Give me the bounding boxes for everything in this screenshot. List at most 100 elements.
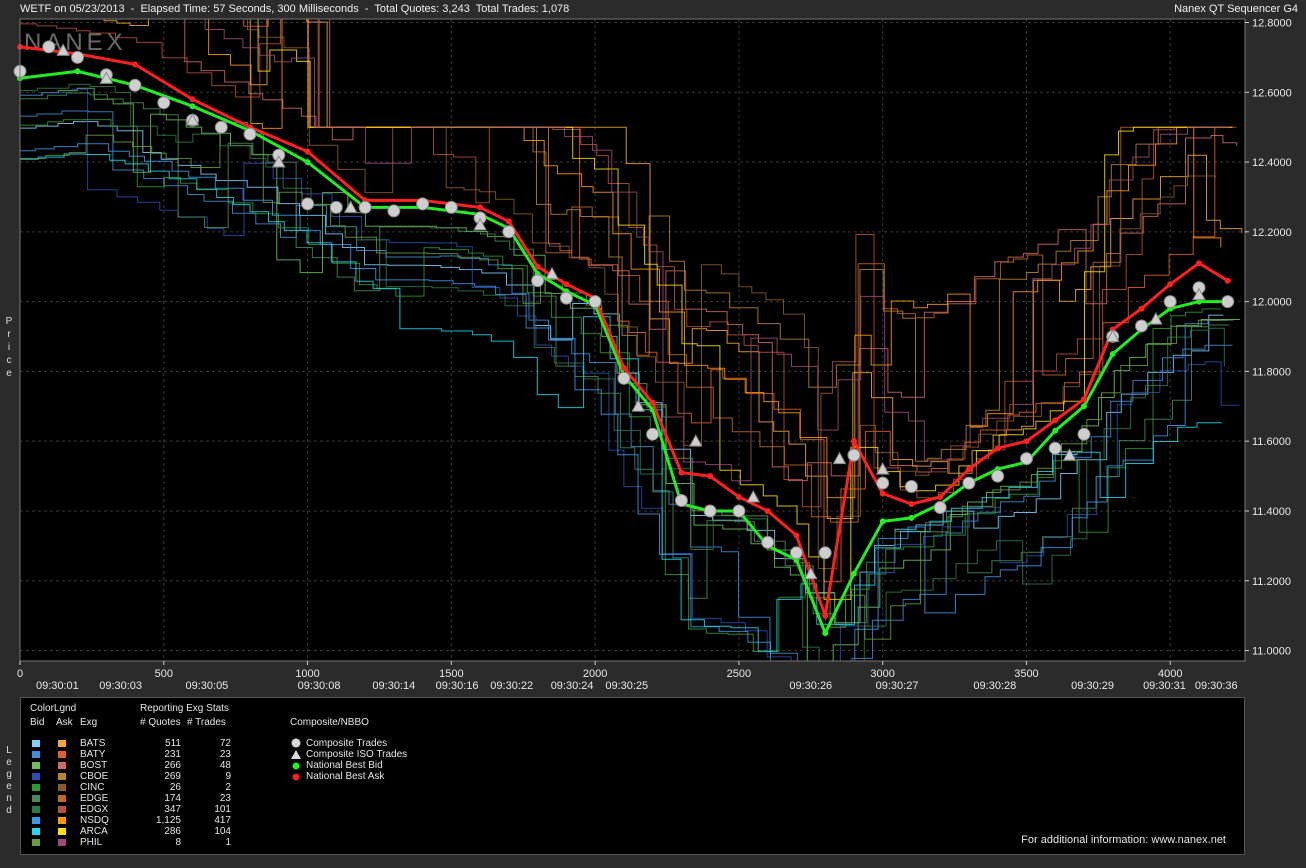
time-label: 09:30:05 [185, 680, 228, 692]
bid-swatch [32, 762, 40, 769]
bid-swatch [32, 817, 40, 824]
legend-ask-header: Ask [56, 717, 73, 728]
composite-trade-point [42, 40, 56, 54]
trade-count: 1 [225, 837, 231, 848]
composite-trade-point [588, 295, 602, 309]
time-label: 09:30:27 [876, 680, 919, 692]
quote-count: 1,125 [155, 815, 181, 826]
quote-count: 347 [164, 804, 181, 815]
legend-reporting-header: Reporting Exg Stats [140, 703, 229, 714]
price-chart[interactable]: NANEX11.000011.200011.400011.600011.8000… [0, 0, 1306, 700]
trade-count: 48 [219, 760, 231, 771]
composite-trade-point [1048, 441, 1062, 455]
composite-trade-point [157, 96, 171, 110]
composite-trade-point [818, 546, 832, 560]
composite-trade-point [703, 504, 717, 518]
composite-trade-point [214, 120, 228, 134]
exchange-name: BOST [80, 760, 108, 771]
y-tick-label: 12.2000 [1252, 227, 1292, 239]
x-tick-label: 3500 [1014, 668, 1038, 680]
bid-swatch [32, 795, 40, 802]
composite-trade-point [991, 469, 1005, 483]
composite-trade-point [847, 448, 861, 462]
quote-count: 174 [164, 793, 181, 804]
time-label: 09:30:25 [605, 680, 648, 692]
x-tick-label: 0 [17, 668, 23, 680]
dot-icon [292, 773, 300, 781]
composite-trade-point [128, 78, 142, 92]
exchange-name: BATY [80, 749, 106, 760]
composite-trade-point [1020, 452, 1033, 466]
composite-trade-point [387, 204, 401, 218]
trade-count: 72 [219, 738, 231, 749]
composite-trade-point [1077, 427, 1091, 441]
y-tick-label: 11.4000 [1252, 506, 1291, 518]
y-tick-label: 12.8000 [1252, 17, 1292, 29]
quote-count: 286 [164, 826, 181, 837]
composite-trade-point [904, 480, 918, 493]
time-label: 09:30:22 [490, 680, 533, 692]
composite-trade-point [789, 546, 803, 560]
time-label: 09:30:29 [1071, 680, 1114, 692]
ask-swatch [58, 828, 66, 835]
composite-trade-point [444, 200, 458, 214]
exchange-name: BATS [80, 738, 106, 749]
x-tick-label: 1500 [439, 668, 463, 680]
trade-count: 417 [214, 815, 231, 826]
x-tick-label: 2500 [727, 668, 751, 680]
bid-swatch [32, 839, 40, 846]
legend-composite-header: Composite/NBBO [290, 717, 369, 728]
composite-trade-point [1221, 295, 1235, 309]
composite-trade-point [876, 476, 890, 490]
trade-count: 101 [214, 804, 231, 815]
ask-swatch [58, 839, 66, 846]
bid-swatch [32, 806, 40, 813]
composite-trade-point [732, 504, 746, 518]
composite-trade-point [559, 291, 573, 305]
composite-label: National Best Ask [306, 771, 385, 782]
ask-swatch [58, 740, 66, 747]
composite-label: National Best Bid [306, 760, 383, 771]
x-tick-label: 1000 [295, 668, 319, 680]
legend-colorlgnd-header: ColorLgnd [30, 703, 77, 714]
exchange-name: PHIL [80, 837, 103, 848]
exchange-name: CINC [80, 782, 105, 793]
composite-trade-point [1135, 319, 1148, 333]
time-label: 09:30:31 [1143, 680, 1186, 692]
composite-trade-point [301, 197, 315, 211]
footer-link[interactable]: For additional information: www.nanex.ne… [1021, 834, 1226, 846]
time-label: 09:30:01 [36, 680, 79, 692]
composite-trade-point [531, 274, 545, 288]
y-tick-label: 11.0000 [1252, 646, 1291, 658]
composite-trade-point [646, 427, 660, 441]
composite-trade-point [243, 127, 257, 141]
triangle-icon [291, 750, 301, 759]
time-label: 09:30:03 [99, 680, 142, 692]
bid-swatch [32, 740, 40, 747]
ask-swatch [58, 762, 66, 769]
exchange-name: EDGE [80, 793, 109, 804]
time-label: 09:30:28 [973, 680, 1016, 692]
composite-trade-point [962, 476, 976, 490]
quote-count: 231 [164, 749, 181, 760]
composite-trade-point [617, 371, 631, 385]
legend-panel: ColorLgnd Bid Ask Exg Reporting Exg Stat… [20, 697, 1245, 855]
y-tick-label: 11.8000 [1252, 366, 1291, 378]
composite-label: Composite Trades [306, 738, 388, 749]
legend-quotes-header: # Quotes [140, 717, 181, 728]
composite-trade-point [502, 225, 516, 239]
y-tick-label: 12.0000 [1252, 297, 1292, 309]
legend-side-label: Legend [6, 745, 12, 816]
y-tick-label: 11.2000 [1252, 576, 1291, 588]
quote-count: 266 [164, 760, 181, 771]
time-label: 09:30:36 [1195, 680, 1238, 692]
quote-count: 511 [165, 738, 181, 749]
y-tick-label: 11.6000 [1252, 436, 1291, 448]
bid-swatch [32, 751, 40, 758]
x-tick-label: 3000 [870, 668, 894, 680]
ask-swatch [58, 806, 66, 813]
x-tick-label: 500 [155, 668, 173, 680]
composite-label: Composite ISO Trades [306, 749, 408, 760]
quote-count: 8 [175, 837, 181, 848]
composite-trade-point [933, 501, 947, 514]
